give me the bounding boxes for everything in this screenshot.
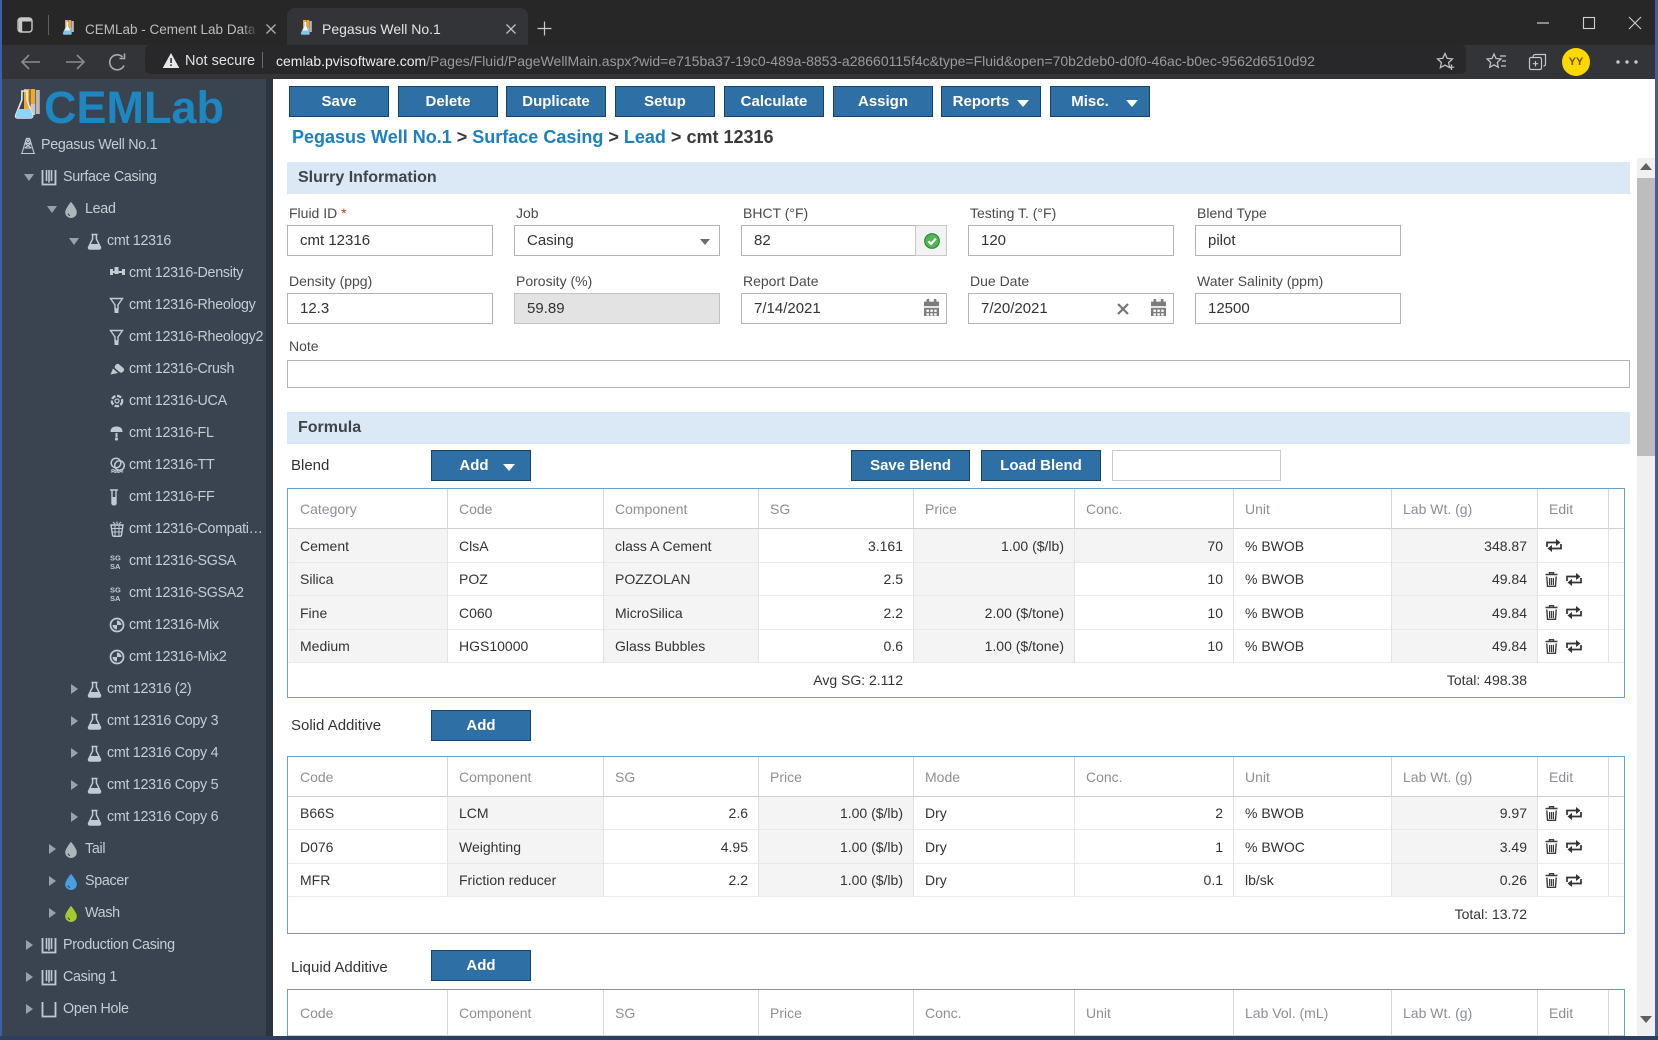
svg-text:SA: SA [110, 594, 121, 602]
svg-text:SA: SA [110, 562, 121, 570]
